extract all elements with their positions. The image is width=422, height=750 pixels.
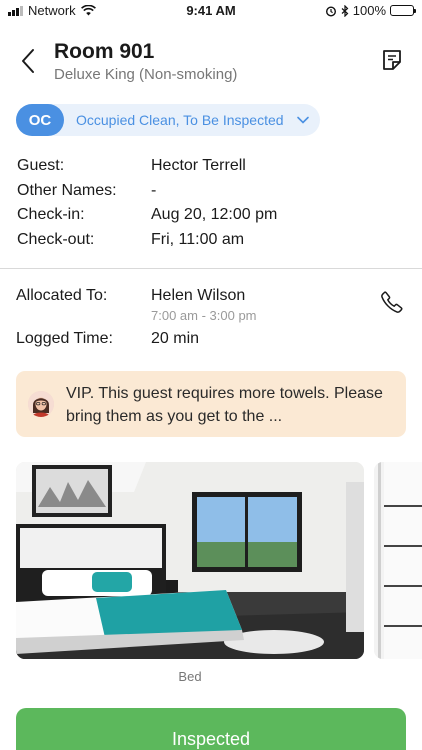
- photo-caption: Bed: [178, 669, 202, 684]
- room-photo-bed[interactable]: [16, 462, 364, 659]
- status-code-badge: OC: [16, 104, 64, 136]
- other-names-value: -: [151, 182, 157, 199]
- phone-icon[interactable]: [380, 290, 404, 314]
- bluetooth-icon: [341, 4, 349, 17]
- alarm-icon: [325, 5, 336, 17]
- status-bar-right: 100%: [325, 3, 416, 18]
- status-bar: Network 9:41 AM 100%: [0, 0, 422, 22]
- check-out-value: Fri, 11:00 am: [151, 231, 245, 248]
- back-chevron-icon[interactable]: [18, 48, 40, 74]
- allocated-to-label: Allocated To:: [16, 287, 108, 304]
- page-title: Room 901: [54, 40, 155, 63]
- note-text: VIP. This guest requires more towels. Pl…: [66, 385, 383, 425]
- check-in-value: Aug 20, 12:00 pm: [151, 206, 278, 223]
- check-out-label: Check-out:: [17, 231, 95, 248]
- logged-time-value: 20 min: [151, 330, 200, 347]
- sticky-note-icon[interactable]: [380, 48, 404, 72]
- section-divider: [0, 268, 422, 269]
- shift-time: 7:00 am - 3:00 pm: [151, 308, 257, 323]
- guest-value: Hector Terrell: [151, 157, 246, 174]
- battery-icon: [390, 5, 416, 16]
- room-photo-next[interactable]: [374, 462, 422, 659]
- logged-time-label: Logged Time:: [16, 330, 113, 347]
- guest-note-card[interactable]: VIP. This guest requires more towels. Pl…: [16, 371, 406, 437]
- header: Room 901 Deluxe King (Non-smoking): [0, 36, 422, 92]
- chevron-down-icon: [297, 116, 309, 124]
- room-type: Deluxe King (Non-smoking): [54, 66, 238, 83]
- room-status-dropdown[interactable]: OC Occupied Clean, To Be Inspected: [16, 104, 320, 136]
- avatar: [28, 391, 54, 417]
- guest-label: Guest:: [17, 157, 65, 174]
- battery-percent: 100%: [352, 3, 386, 18]
- inspected-button[interactable]: Inspected: [16, 708, 406, 750]
- other-names-label: Other Names:: [17, 182, 117, 199]
- status-label: Occupied Clean, To Be Inspected: [76, 112, 284, 128]
- allocated-to-value: Helen Wilson: [151, 287, 246, 304]
- check-in-label: Check-in:: [17, 206, 85, 223]
